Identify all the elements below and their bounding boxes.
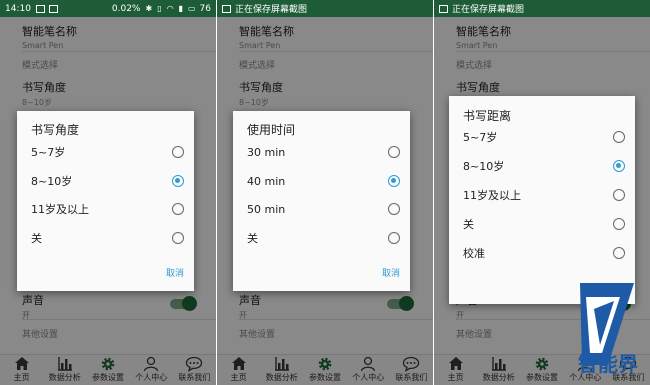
- option-5-7[interactable]: 5~7岁: [31, 142, 194, 162]
- status-bar: 正在保存屏幕截图: [434, 0, 650, 17]
- radio-option-5-7[interactable]: [613, 131, 625, 143]
- writing-angle-dialog: 书写角度 5~7岁 8~10岁 11岁及以上 关 取消: [17, 111, 194, 291]
- status-saving-text: 正在保存屏幕截图: [452, 5, 525, 15]
- radio-option-50-min[interactable]: [388, 203, 400, 215]
- notification-icon: [48, 4, 58, 13]
- status-time: 14:10: [5, 3, 31, 14]
- radio-option-30-min[interactable]: [388, 146, 400, 158]
- radio-option-off[interactable]: [613, 218, 625, 230]
- option-8-10[interactable]: 8~10岁: [31, 171, 194, 191]
- screen-usage-time: 正在保存屏幕截图 智能笔名称 Smart Pen 模式选择 书写角度 8~10岁…: [217, 0, 433, 385]
- radio-option-40-min[interactable]: [388, 175, 400, 187]
- dialog-title: 使用时间: [247, 123, 296, 137]
- status-saving-text: 正在保存屏幕截图: [235, 5, 308, 15]
- radio-option-calibrate[interactable]: [613, 247, 625, 259]
- option-calibrate[interactable]: 校准: [463, 243, 635, 263]
- bluetooth-icon: ✱: [145, 4, 153, 13]
- radio-option-5-7[interactable]: [172, 146, 184, 158]
- cancel-button[interactable]: 取消: [382, 266, 400, 279]
- option-off[interactable]: 关: [463, 214, 635, 234]
- radio-option-off[interactable]: [388, 232, 400, 244]
- cancel-button[interactable]: 取消: [166, 266, 184, 279]
- network-speed: 0.02: [111, 3, 132, 14]
- image-icon: [35, 4, 45, 13]
- option-40-min[interactable]: 40 min: [247, 171, 410, 191]
- radio-option-8-10[interactable]: [172, 175, 184, 187]
- option-50-min[interactable]: 50 min: [247, 199, 410, 219]
- option-11-plus[interactable]: 11岁及以上: [31, 199, 194, 219]
- option-off[interactable]: 关: [31, 228, 194, 248]
- site-watermark-logo: 智能界: [496, 273, 646, 385]
- signal-icon: ▮: [178, 4, 183, 13]
- image-icon: [222, 4, 231, 13]
- option-5-7[interactable]: 5~7岁: [463, 127, 635, 147]
- battery-level: 76: [199, 3, 211, 14]
- dialog-title: 书写距离: [463, 109, 512, 123]
- option-off[interactable]: 关: [247, 228, 410, 248]
- image-icon: [439, 4, 448, 13]
- radio-option-8-10[interactable]: [613, 160, 625, 172]
- wifi-icon: ◠: [166, 4, 174, 13]
- status-bar: 正在保存屏幕截图: [217, 0, 433, 17]
- option-8-10[interactable]: 8~10岁: [463, 156, 635, 176]
- status-bar: 14:10 0.02% ✱ ▯ ◠ ▮ ▭ 76: [0, 0, 216, 17]
- vibrate-icon: ▯: [157, 4, 162, 13]
- watermark-text: 智能界: [578, 352, 638, 376]
- radio-option-11-plus[interactable]: [613, 189, 625, 201]
- option-30-min[interactable]: 30 min: [247, 142, 410, 162]
- network-speed-unit: %: [131, 3, 141, 14]
- usage-time-dialog: 使用时间 30 min 40 min 50 min 关 取消: [233, 111, 410, 291]
- option-11-plus[interactable]: 11岁及以上: [463, 185, 635, 205]
- radio-option-11-plus[interactable]: [172, 203, 184, 215]
- battery-icon: ▭: [187, 4, 196, 13]
- screen-writing-angle: 14:10 0.02% ✱ ▯ ◠ ▮ ▭ 76 智能笔名称 Smart Pen…: [0, 0, 216, 385]
- radio-option-off[interactable]: [172, 232, 184, 244]
- dialog-title: 书写角度: [31, 123, 80, 137]
